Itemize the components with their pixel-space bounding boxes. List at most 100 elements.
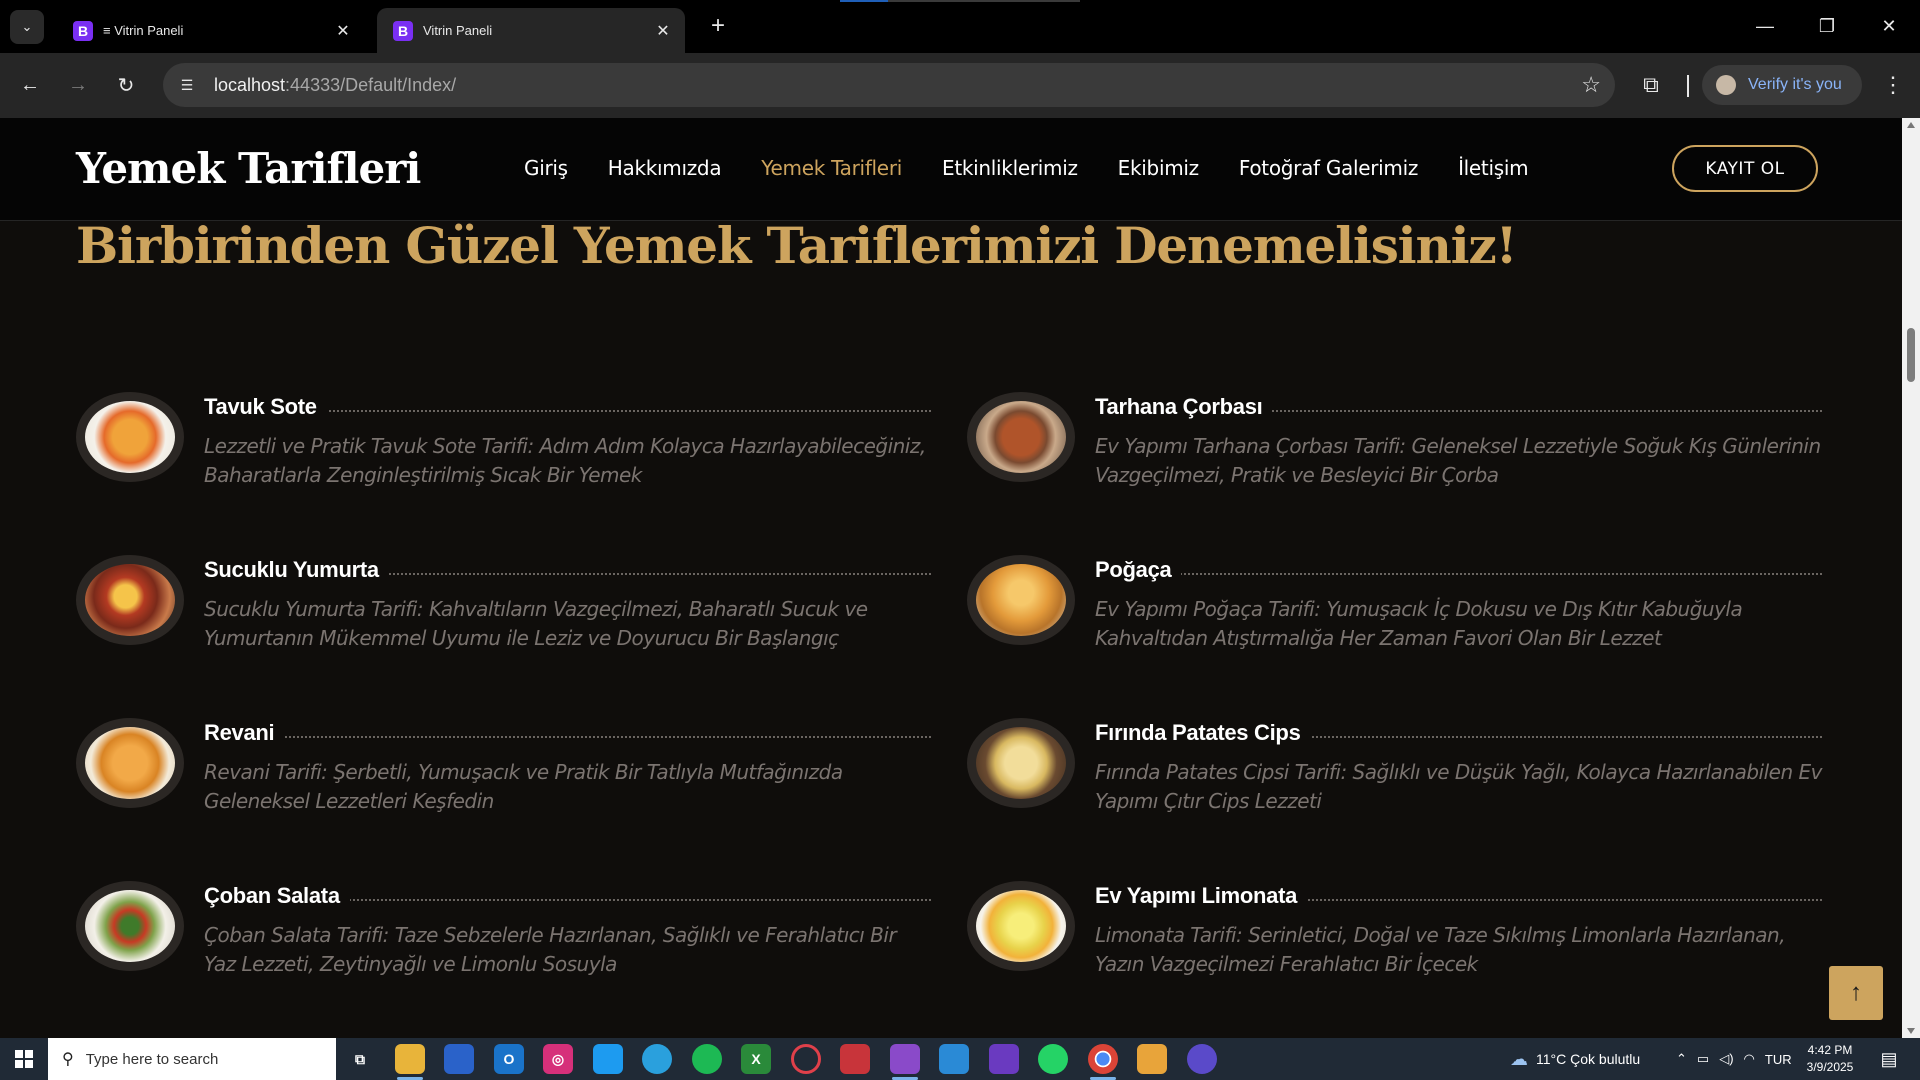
reload-icon[interactable]: ↻ [111,70,141,100]
wifi-icon[interactable]: ◠ [1744,1051,1755,1067]
close-icon[interactable]: ✕ [333,21,353,41]
url-host: localhost [214,74,286,95]
minimize-icon[interactable]: — [1742,8,1788,44]
browser-tab-2[interactable]: B Vitrin Paneli ✕ [377,8,685,53]
page-scrollbar[interactable] [1902,118,1920,1038]
xbox-icon[interactable]: X [741,1044,771,1074]
twitter-icon[interactable] [593,1044,623,1074]
volume-icon[interactable]: ◁) [1719,1051,1733,1067]
restore-icon[interactable]: ❐ [1804,8,1850,44]
kebab-menu-icon[interactable]: ⋮ [1878,70,1908,100]
address-bar[interactable]: ☰ localhost:44333/Default/Index/ ☆ [163,63,1615,107]
chevron-up-icon[interactable]: ⌃ [1676,1051,1687,1067]
store-icon[interactable] [444,1044,474,1074]
dish-photo-icon [85,564,175,636]
language-indicator[interactable]: TUR [1765,1052,1792,1067]
site-info-icon[interactable]: ☰ [174,72,200,98]
spotify-icon[interactable] [692,1044,722,1074]
recipe-item[interactable]: Tavuk Sote Lezzetli ve Pratik Tavuk Sote… [76,392,931,512]
bookmark-star-icon[interactable]: ☆ [1581,72,1601,98]
file-explorer-icon[interactable] [395,1044,425,1080]
browser-toolbar: ← → ↻ ☰ localhost:44333/Default/Index/ ☆… [0,53,1920,118]
new-tab-button[interactable]: + [704,12,732,40]
recipe-image [967,392,1075,482]
tab-search-button[interactable]: ⌄ [10,10,44,44]
recipe-title[interactable]: Çoban Salata [204,883,350,908]
recipe-item[interactable]: Revani Revani Tarifi: Şerbetli, Yumuşacı… [76,718,931,838]
recipe-description: Sucuklu Yumurta Tarifi: Kahvaltıların Va… [204,597,868,650]
outlook-icon[interactable]: O [494,1044,524,1074]
back-arrow-icon[interactable]: ← [15,70,45,100]
recipe-title-row: Poğaça [1095,557,1822,587]
nav-link-giris[interactable]: Giriş [524,156,568,180]
app-icon[interactable] [1187,1044,1217,1074]
recipe-item[interactable]: Ev Yapımı Limonata Limonata Tarifi: Seri… [967,881,1822,1001]
chrome-icon[interactable] [1088,1044,1118,1080]
main-nav: Giriş Hakkımızda Yemek Tarifleri Etkinli… [524,156,1568,180]
nav-link-iletisim[interactable]: İletişim [1458,156,1529,180]
recipe-title[interactable]: Revani [204,720,285,745]
vscode-icon[interactable] [939,1044,969,1074]
recipe-title[interactable]: Sucuklu Yumurta [204,557,389,582]
visual-studio-icon[interactable] [890,1044,920,1080]
scroll-up-arrow-icon[interactable] [1907,122,1915,128]
site-logo[interactable]: Yemek Tarifleri [76,144,421,193]
search-placeholder: Type here to search [85,1050,219,1068]
recipe-title-row: Tavuk Sote [204,394,931,424]
close-icon[interactable]: ✕ [653,21,673,41]
recipe-title[interactable]: Ev Yapımı Limonata [1095,883,1308,908]
close-window-icon[interactable]: ✕ [1866,8,1912,44]
clock[interactable]: 4:42 PM 3/9/2025 [1800,1042,1860,1076]
recipe-item[interactable]: Tarhana Çorbası Ev Yapımı Tarhana Çorbas… [967,392,1822,512]
recipe-item[interactable]: Fırında Patates Cips Fırında Patates Cip… [967,718,1822,838]
recipe-description: Revani Tarifi: Şerbetli, Yumuşacık ve Pr… [204,760,843,813]
url-text[interactable]: localhost:44333/Default/Index/ [214,75,456,96]
extensions-puzzle-icon[interactable]: ⧉ [1636,70,1666,100]
recipe-title[interactable]: Fırında Patates Cips [1095,720,1311,745]
forward-arrow-icon[interactable]: → [63,70,93,100]
battery-icon[interactable]: ▭ [1697,1051,1709,1067]
recipe-title[interactable]: Poğaça [1095,557,1182,582]
opera-icon[interactable] [791,1044,821,1074]
start-button[interactable] [0,1038,48,1080]
visual-studio-icon[interactable] [989,1044,1019,1074]
scroll-down-arrow-icon[interactable] [1907,1028,1915,1034]
instagram-icon[interactable]: ◎ [543,1044,573,1074]
nav-link-hakkimizda[interactable]: Hakkımızda [608,156,722,180]
recipe-item[interactable]: Poğaça Ev Yapımı Poğaça Tarifi: Yumuşacı… [967,555,1822,675]
nav-link-yemek-tarifleri[interactable]: Yemek Tarifleri [761,156,902,180]
taskbar-search[interactable]: ⚲ Type here to search [48,1038,336,1080]
scrollbar-thumb[interactable] [1907,328,1915,382]
recipe-title[interactable]: Tarhana Çorbası [1095,394,1273,419]
windows-logo-icon [15,1050,33,1068]
app-icon[interactable] [840,1044,870,1074]
recipe-description: Lezzetli ve Pratik Tavuk Sote Tarifi: Ad… [204,434,926,487]
whatsapp-icon[interactable] [1038,1044,1068,1074]
recipe-item[interactable]: Çoban Salata Çoban Salata Tarifi: Taze S… [76,881,931,1001]
weather-widget[interactable]: ☁ 11°C Çok bulutlu [1510,1038,1640,1080]
nav-link-fotograf-galerimiz[interactable]: Fotoğraf Galerimiz [1239,156,1419,180]
avatar [1716,75,1736,95]
back-to-top-button[interactable]: ↑ [1829,966,1883,1020]
paint-icon[interactable] [1137,1044,1167,1074]
dish-photo-icon [85,401,175,473]
notification-icon[interactable]: ▤ [1876,1046,1902,1072]
telegram-icon[interactable] [642,1044,672,1074]
recipe-description: Limonata Tarifi: Serinletici, Doğal ve T… [1095,923,1786,976]
recipe-title[interactable]: Tavuk Sote [204,394,327,419]
windows-taskbar: ⚲ Type here to search ⧉ O ◎ X ☁ 11°C Çok… [0,1038,1920,1080]
recipe-image [76,392,184,482]
chevron-down-icon: ⌄ [21,19,33,34]
bootstrap-favicon-icon: B [73,20,93,41]
toolbar-divider [1687,75,1689,97]
verify-label: Verify it's you [1748,76,1842,93]
clock-date: 3/9/2025 [1806,1060,1854,1074]
nav-link-ekibimiz[interactable]: Ekibimiz [1118,156,1199,180]
recipe-item[interactable]: Sucuklu Yumurta Sucuklu Yumurta Tarifi: … [76,555,931,675]
signup-button[interactable]: KAYIT OL [1672,145,1818,192]
nav-link-etkinliklerimiz[interactable]: Etkinliklerimiz [942,156,1078,180]
task-view-icon[interactable]: ⧉ [345,1044,375,1074]
recipe-title-row: Çoban Salata [204,883,931,913]
profile-button[interactable]: Verify it's you [1702,65,1862,105]
browser-tab-1[interactable]: B ≡ Vitrin Paneli ✕ [57,8,365,53]
